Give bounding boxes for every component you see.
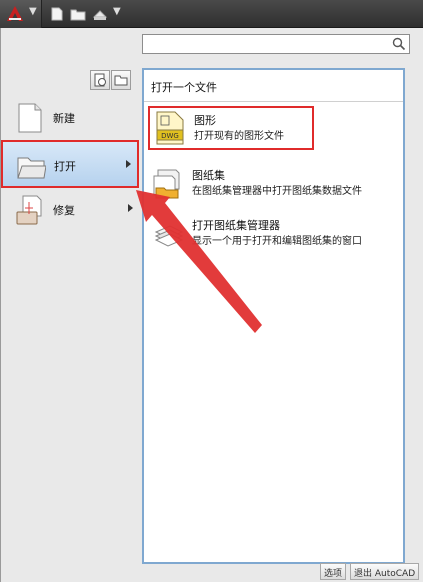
command-label: 打开: [54, 160, 76, 173]
command-repair[interactable]: 修复: [3, 188, 139, 232]
view-toggle-group: [90, 70, 132, 90]
sheet-set-icon: [153, 169, 180, 199]
quick-access-toolbar: ▼ ▼: [0, 0, 423, 28]
submenu-title: 打开一个文件: [144, 70, 403, 102]
chevron-down-icon: ▼: [29, 6, 37, 17]
open-documents-icon: [114, 75, 128, 86]
search-box[interactable]: [142, 34, 410, 54]
command-label: 修复: [53, 204, 75, 217]
recent-documents-button[interactable]: [90, 70, 110, 90]
recent-documents-icon: [94, 73, 106, 87]
sheet-set-manager-icon: [154, 225, 184, 247]
submenu-arrow-icon: [126, 160, 131, 168]
item-description: 显示一个用于打开和编辑图纸集的窗口: [192, 236, 362, 247]
options-button[interactable]: 选项: [320, 563, 347, 580]
item-description: 打开现有的图形文件: [194, 131, 284, 142]
repair-drawing-icon: [16, 195, 42, 225]
open-folder-icon[interactable]: [70, 6, 86, 22]
footer-buttons: 选项 退出 AutoCAD: [320, 563, 420, 580]
item-title: 图纸集: [192, 169, 225, 182]
new-file-icon[interactable]: [49, 6, 65, 22]
dwg-file-icon: DWG: [156, 111, 184, 145]
sheet-set-manager-item[interactable]: 打开图纸集管理器 显示一个用于打开和编辑图纸集的窗口: [144, 210, 403, 260]
open-drawing-item[interactable]: DWG 图形 打开现有的图形文件: [148, 106, 314, 150]
open-documents-button[interactable]: [111, 70, 131, 90]
item-title: 图形: [194, 114, 216, 127]
chevron-down-icon[interactable]: ▼: [113, 6, 121, 17]
submenu-panel: 打开一个文件 DWG 图形 打开现有的图形文件 图纸集 在图纸集管理器中打开图纸…: [142, 68, 405, 564]
command-open[interactable]: 打开: [1, 140, 139, 188]
svg-text:DWG: DWG: [161, 132, 179, 140]
command-label: 新建: [53, 112, 75, 125]
command-new[interactable]: 新建: [3, 96, 139, 140]
application-menu-button[interactable]: ▼: [0, 0, 42, 28]
save-print-icon[interactable]: [92, 6, 108, 22]
application-menu: 新建 打开 修复 打开一个文件 DWG 图形 打开现有的图形文件 图纸集 在图纸…: [0, 28, 423, 582]
submenu-arrow-icon: [128, 204, 133, 212]
search-icon[interactable]: [392, 37, 406, 51]
exit-button[interactable]: 退出 AutoCAD: [350, 563, 420, 580]
autocad-logo-icon: [7, 6, 23, 21]
item-title: 打开图纸集管理器: [192, 219, 280, 232]
new-document-icon: [18, 103, 42, 133]
item-description: 在图纸集管理器中打开图纸集数据文件: [192, 186, 362, 197]
open-folder-icon: [17, 157, 46, 179]
open-sheet-set-item[interactable]: 图纸集 在图纸集管理器中打开图纸集数据文件: [144, 160, 403, 210]
